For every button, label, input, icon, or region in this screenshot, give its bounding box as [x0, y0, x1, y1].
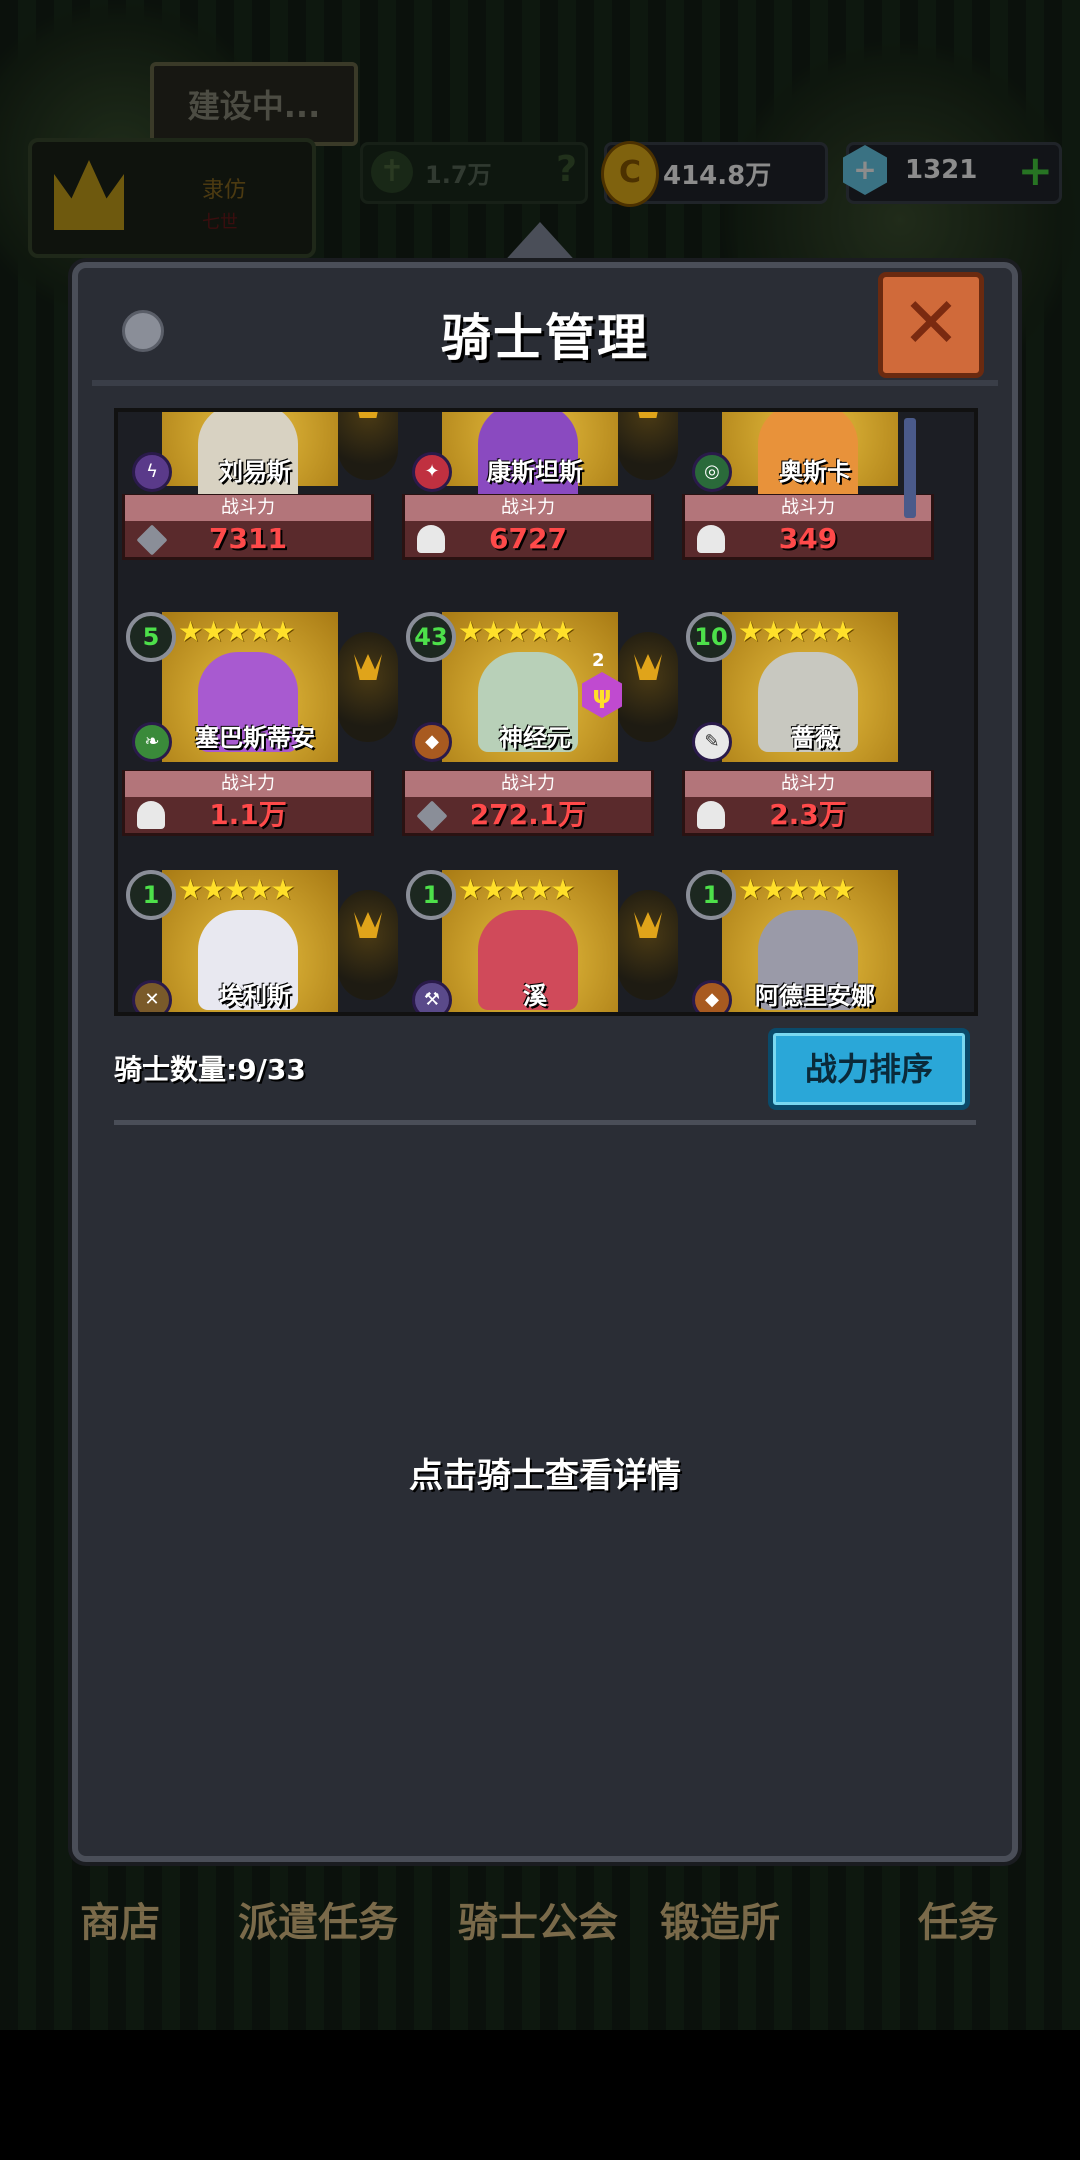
knight-management-panel: 骑士管理 ✕ ϟ 刘易斯 战斗力 7311 ✦ 康斯坦斯 战斗力 6727 ◎ …	[72, 262, 1018, 1862]
knight-card[interactable]: ✦ 康斯坦斯 战斗力 6727	[402, 412, 678, 630]
knight-name: 溪	[523, 982, 547, 1010]
star-rating: ★★★★★	[738, 615, 856, 648]
nav-shop[interactable]: 商店	[80, 1890, 160, 1948]
knight-card[interactable]: ★★★★★ 10 ✎ 蔷薇 战斗力 2.3万	[682, 612, 942, 836]
knight-name: 阿德里安娜	[755, 982, 875, 1010]
detail-hint: 点击骑士查看详情	[409, 1456, 681, 1496]
bottom-bar	[0, 2030, 1080, 2160]
knight-name: 埃利斯	[219, 982, 291, 1010]
knight-name: 蔷薇	[791, 724, 839, 752]
sort-by-power-button[interactable]: 战力排序	[768, 1028, 970, 1110]
nav-quests[interactable]: 任务	[918, 1890, 998, 1948]
power-box: 战斗力 6727	[402, 494, 654, 560]
star-rating: ★★★★★	[738, 873, 856, 906]
divider	[114, 1120, 976, 1125]
knight-name: 神经元	[499, 724, 571, 752]
level-badge: 10	[686, 612, 736, 662]
power-value: 6727	[489, 522, 567, 555]
power-label: 战斗力	[125, 495, 371, 521]
knight-card[interactable]: ★★★★★ 43 2 ψ ◆ 神经元 战斗力 272.1万	[402, 612, 678, 836]
badge-count: 2	[592, 650, 605, 671]
knight-name: 康斯坦斯	[487, 458, 583, 486]
grid-scrollbar[interactable]	[904, 418, 916, 518]
divider	[92, 380, 998, 386]
knight-name: 奥斯卡	[779, 458, 851, 486]
close-button[interactable]: ✕	[878, 272, 984, 378]
power-label: 战斗力	[685, 495, 931, 521]
power-box: 战斗力 7311	[122, 494, 374, 560]
knight-name: 塞巴斯蒂安	[195, 724, 315, 752]
level-badge: 5	[126, 612, 176, 662]
knight-card[interactable]: ★★★★★ 5 ❧ 塞巴斯蒂安 战斗力 1.1万	[122, 612, 398, 836]
knight-card[interactable]: ★★★★★ 1 ✕ 埃利斯	[126, 870, 398, 1012]
power-value: 272.1万	[469, 798, 587, 831]
level-badge: 43	[406, 612, 456, 662]
level-badge: 1	[406, 870, 456, 920]
star-rating: ★★★★★	[458, 615, 576, 648]
power-value: 349	[778, 522, 838, 555]
power-value: 1.1万	[209, 798, 287, 831]
power-box: 战斗力 1.1万	[122, 770, 374, 836]
nav-forge[interactable]: 锻造所	[660, 1890, 780, 1948]
nav-dispatch[interactable]: 派遣任务	[238, 1890, 398, 1948]
knight-name: 刘易斯	[219, 458, 291, 486]
knight-card[interactable]: ★★★★★ 1 ◆ 阿德里安娜	[686, 870, 942, 1012]
nav-guild[interactable]: 骑士公会	[458, 1890, 618, 1948]
knight-card[interactable]: ϟ 刘易斯 战斗力 7311	[122, 412, 398, 630]
panel-title: 骑士管理	[441, 309, 649, 367]
knight-grid[interactable]: ϟ 刘易斯 战斗力 7311 ✦ 康斯坦斯 战斗力 6727 ◎ 奥斯卡 战斗力…	[114, 408, 978, 1016]
power-value: 7311	[209, 522, 287, 555]
knight-count: 骑士数量:9/33	[114, 1053, 306, 1086]
knight-card[interactable]: ★★★★★ 1 ⚒ 溪	[406, 870, 678, 1012]
power-box: 战斗力 2.3万	[682, 770, 934, 836]
power-label: 战斗力	[125, 771, 371, 797]
level-badge: 1	[686, 870, 736, 920]
star-rating: ★★★★★	[178, 615, 296, 648]
power-box: 战斗力 272.1万	[402, 770, 654, 836]
star-rating: ★★★★★	[458, 873, 576, 906]
star-rating: ★★★★★	[178, 873, 296, 906]
power-label: 战斗力	[685, 771, 931, 797]
level-badge: 1	[126, 870, 176, 920]
power-label: 战斗力	[405, 495, 651, 521]
power-value: 2.3万	[769, 798, 847, 831]
power-label: 战斗力	[405, 771, 651, 797]
power-box: 战斗力 349	[682, 494, 934, 560]
